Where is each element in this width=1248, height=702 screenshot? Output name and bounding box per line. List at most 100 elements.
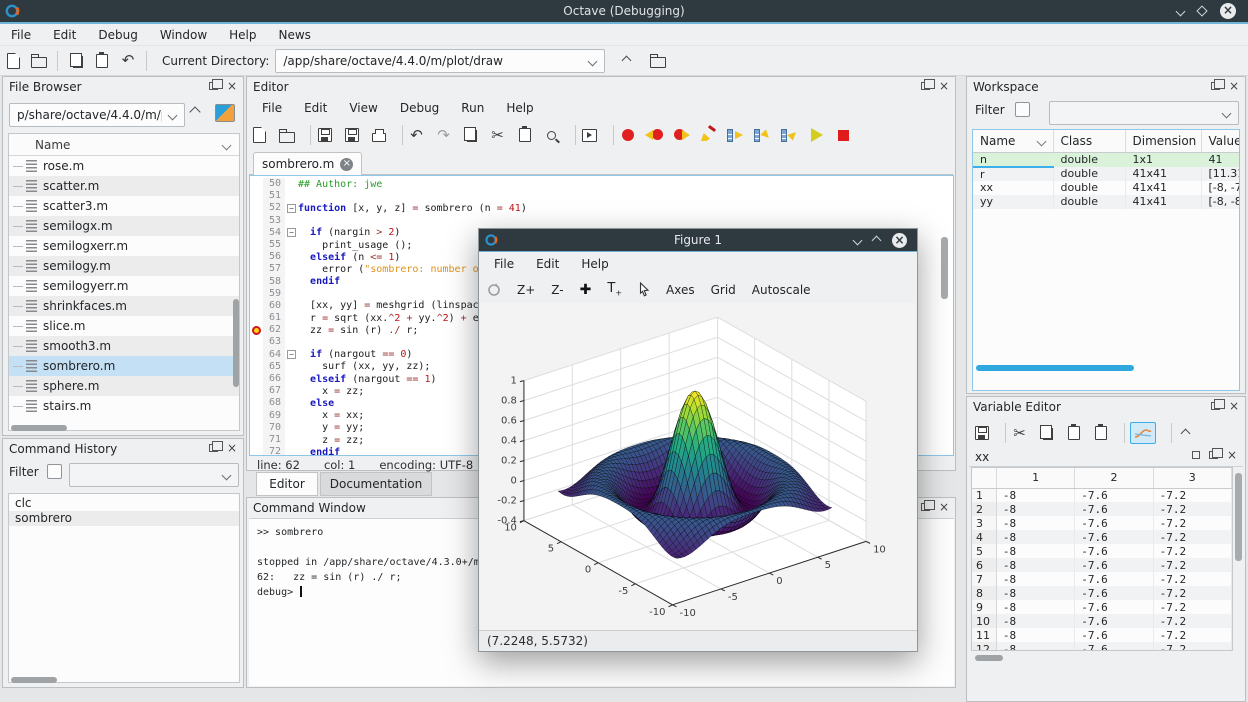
- figure-menu-help[interactable]: Help: [570, 253, 619, 275]
- file-list-hscrollbar[interactable]: [11, 425, 67, 431]
- maximize-icon[interactable]: [872, 236, 882, 246]
- new-script-button[interactable]: [0, 49, 26, 73]
- close-panel-icon[interactable]: ×: [1229, 81, 1239, 91]
- file-item[interactable]: semilogx.m: [9, 216, 239, 236]
- variable-cell[interactable]: -7.2: [1153, 628, 1231, 642]
- close-panel-icon[interactable]: ×: [939, 81, 949, 91]
- open-file-button[interactable]: [26, 49, 52, 73]
- variable-cell[interactable]: -7.2: [1153, 530, 1231, 544]
- variable-cell[interactable]: -7.6: [1075, 516, 1153, 530]
- file-item[interactable]: scatter.m: [9, 176, 239, 196]
- close-panel-icon[interactable]: ×: [939, 502, 949, 512]
- variable-cell[interactable]: -7.2: [1153, 558, 1231, 572]
- variable-cell[interactable]: -8: [996, 488, 1074, 502]
- undo-button[interactable]: ↶: [408, 128, 425, 143]
- variable-cell[interactable]: -7.6: [1075, 600, 1153, 614]
- variable-cell[interactable]: -7.2: [1153, 488, 1231, 502]
- text-tool-icon[interactable]: T+: [607, 281, 622, 298]
- save-variable-button[interactable]: [973, 426, 990, 440]
- redo-button[interactable]: ↷: [435, 128, 452, 143]
- menu-debug[interactable]: Debug: [87, 24, 148, 46]
- workspace-column-name[interactable]: Name: [973, 130, 1053, 152]
- file-item[interactable]: smooth3.m: [9, 336, 239, 356]
- step-button[interactable]: [727, 129, 744, 142]
- file-list-vscrollbar[interactable]: [233, 299, 239, 387]
- plot-variable-button[interactable]: [1130, 422, 1156, 444]
- menu-file[interactable]: File: [0, 24, 42, 46]
- history-filter-combo[interactable]: [69, 463, 239, 487]
- figure-menu-edit[interactable]: Edit: [525, 253, 570, 275]
- file-item[interactable]: semilogyerr.m: [9, 276, 239, 296]
- workspace-row[interactable]: yydouble41x41[-8, -8, -: [973, 195, 1239, 209]
- print-button[interactable]: [370, 129, 387, 142]
- menu-news[interactable]: News: [268, 24, 322, 46]
- open-file-button[interactable]: [278, 128, 295, 143]
- dock-icon[interactable]: [1192, 451, 1200, 459]
- cut-button[interactable]: ✂: [489, 128, 506, 143]
- file-item[interactable]: stairs.m: [9, 396, 239, 416]
- save-button[interactable]: [316, 128, 333, 142]
- variable-vscrollbar[interactable]: [1235, 473, 1242, 561]
- stop-button[interactable]: [835, 130, 852, 141]
- next-breakpoint-button[interactable]: [673, 129, 690, 141]
- variable-cell[interactable]: -7.6: [1075, 544, 1153, 558]
- variable-cell[interactable]: -7.6: [1075, 502, 1153, 516]
- variable-cell[interactable]: -8: [996, 530, 1074, 544]
- maximize-icon[interactable]: [1196, 5, 1207, 16]
- variable-cell[interactable]: -8: [996, 516, 1074, 530]
- workspace-row[interactable]: xxdouble41x41[-8, -7.6: [973, 181, 1239, 195]
- editor-vscrollbar[interactable]: [941, 237, 948, 299]
- continue-button[interactable]: [808, 128, 825, 142]
- workspace-hscrollbar[interactable]: [976, 365, 1134, 371]
- variable-cell[interactable]: -8: [996, 502, 1074, 516]
- editor-menu-run[interactable]: Run: [450, 97, 495, 119]
- variable-cell[interactable]: -7.6: [1075, 572, 1153, 586]
- float-icon[interactable]: [1209, 451, 1218, 459]
- variable-cell[interactable]: -7.2: [1153, 502, 1231, 516]
- variable-cell[interactable]: -7.6: [1075, 586, 1153, 600]
- variable-cell[interactable]: -8: [996, 600, 1074, 614]
- select-tool-icon[interactable]: [638, 282, 650, 297]
- copy-button[interactable]: [1038, 426, 1055, 440]
- variable-column-header[interactable]: 2: [1075, 468, 1153, 488]
- editor-menu-help[interactable]: Help: [495, 97, 544, 119]
- variable-cell[interactable]: -7.2: [1153, 516, 1231, 530]
- variable-cell[interactable]: -8: [996, 544, 1074, 558]
- workspace-column-value[interactable]: Value: [1201, 130, 1239, 152]
- close-icon[interactable]: ×: [892, 233, 907, 248]
- variable-cell[interactable]: -8: [996, 642, 1074, 651]
- undo-button[interactable]: ↶: [115, 49, 141, 73]
- grid-tool[interactable]: Grid: [711, 283, 736, 297]
- tab-editor[interactable]: Editor: [256, 472, 318, 496]
- close-panel-icon[interactable]: ×: [1229, 401, 1239, 411]
- variable-cell[interactable]: -7.2: [1153, 544, 1231, 558]
- find-button[interactable]: [543, 131, 560, 140]
- minimize-icon[interactable]: [853, 236, 863, 246]
- workspace-filter-combo[interactable]: [1049, 101, 1239, 125]
- variable-column-header[interactable]: 3: [1153, 468, 1231, 488]
- editor-menu-file[interactable]: File: [251, 97, 293, 119]
- figure-titlebar[interactable]: Figure 1 ×: [479, 229, 917, 251]
- variable-cell[interactable]: -7.6: [1075, 488, 1153, 502]
- paste-table-button[interactable]: [1092, 426, 1109, 440]
- step-in-button[interactable]: [754, 129, 771, 142]
- history-hscrollbar[interactable]: [11, 677, 57, 683]
- filter-checkbox[interactable]: [1015, 102, 1030, 117]
- variable-column-header[interactable]: 1: [996, 468, 1074, 488]
- variable-cell[interactable]: -7.6: [1075, 614, 1153, 628]
- variable-cell[interactable]: -7.2: [1153, 572, 1231, 586]
- toggle-breakpoint-button[interactable]: [619, 129, 636, 141]
- workspace-row[interactable]: ndouble1x141: [973, 152, 1239, 167]
- file-item[interactable]: rose.m: [9, 156, 239, 176]
- history-item[interactable]: sombrero: [9, 511, 239, 526]
- variable-tab-label[interactable]: xx: [975, 450, 989, 464]
- file-item[interactable]: shrinkfaces.m: [9, 296, 239, 316]
- rotate-tool-icon[interactable]: [487, 283, 501, 297]
- copy-button[interactable]: [63, 49, 89, 73]
- plot-canvas[interactable]: -0.4-0.200.20.40.60.81-10-50510-10-50510: [480, 303, 916, 631]
- variable-cell[interactable]: -7.6: [1075, 558, 1153, 572]
- collapse-button[interactable]: [1177, 430, 1194, 437]
- minimize-icon[interactable]: [1176, 6, 1186, 16]
- directory-up-button[interactable]: [613, 49, 639, 73]
- variable-cell[interactable]: -7.6: [1075, 628, 1153, 642]
